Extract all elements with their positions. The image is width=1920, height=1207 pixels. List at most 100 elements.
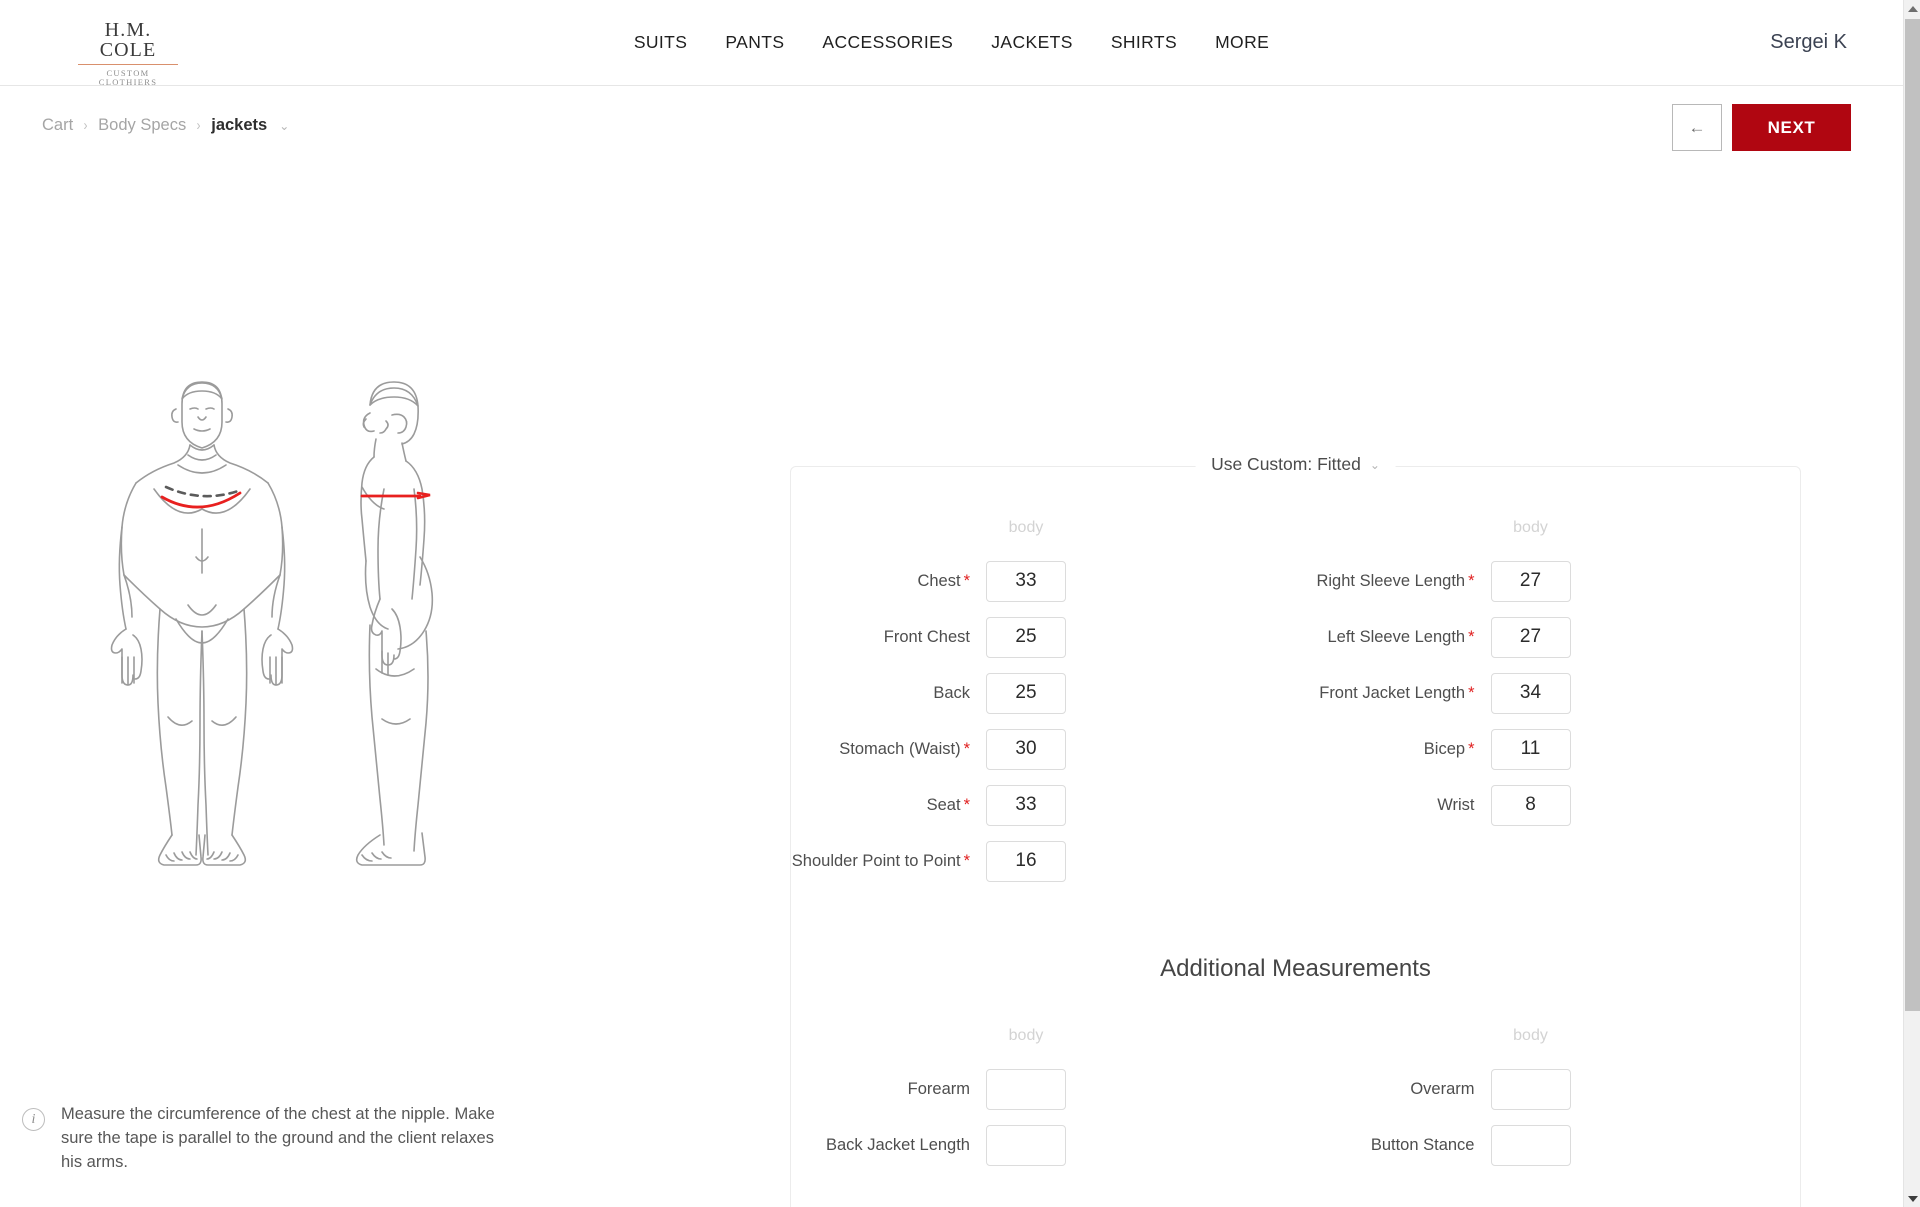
body-diagram-svg — [110, 381, 434, 866]
column-header-row: body — [1296, 1027, 1801, 1061]
field-overarm: Overarm — [1296, 1061, 1801, 1117]
primary-measurements: body Chest* Front Chest Back — [791, 519, 1800, 889]
field-wrist: Wrist — [1296, 777, 1801, 833]
required-marker: * — [963, 852, 970, 870]
field-forearm-label: Forearm — [907, 1080, 970, 1098]
field-forearm-input[interactable] — [986, 1068, 1066, 1110]
field-forearm: Forearm — [791, 1061, 1296, 1117]
additional-measurements-left-column: body Forearm Back Jacket Length — [791, 1027, 1296, 1173]
field-button-stance: Button Stance — [1296, 1117, 1801, 1173]
scroll-down-arrow-icon[interactable] — [1904, 1190, 1920, 1207]
page-content: i Measure the circumference of the chest… — [0, 174, 1903, 1207]
additional-measurements: body Forearm Back Jacket Length body Ove… — [791, 1027, 1800, 1173]
field-chest: Chest * — [791, 553, 1296, 609]
additional-measurements-title: Additional Measurements — [1160, 955, 1431, 982]
breadcrumb-separator-icon: › — [196, 117, 201, 134]
measurement-hint: i Measure the circumference of the chest… — [22, 1102, 502, 1174]
field-left-sleeve-length: Left Sleeve Length * — [1296, 609, 1801, 665]
field-back-jacket-length: Back Jacket Length — [791, 1117, 1296, 1173]
nav-item-accessories[interactable]: ACCESSORIES — [822, 32, 953, 53]
measurement-hint-text: Measure the circumference of the chest a… — [61, 1105, 495, 1171]
chest-measure-dashed — [164, 485, 240, 498]
next-button[interactable]: NEXT — [1732, 104, 1851, 151]
field-shoulder-point-to-point-input[interactable] — [986, 840, 1066, 882]
field-right-sleeve-length-label: Right Sleeve Length * — [1316, 572, 1475, 590]
field-wrist-label: Wrist — [1437, 796, 1475, 814]
field-seat-label: Seat * — [926, 796, 970, 814]
field-wrist-input[interactable] — [1490, 784, 1571, 826]
main-menu: SUITS PANTS ACCESSORIES JACKETS SHIRTS M… — [0, 32, 1903, 53]
column-header-body: body — [1008, 1027, 1044, 1044]
field-seat-input[interactable] — [986, 784, 1066, 826]
required-marker: * — [1468, 572, 1475, 590]
field-right-sleeve-length-input[interactable] — [1490, 560, 1571, 602]
additional-measurements-right-column: body Overarm Button Stance — [1296, 1027, 1801, 1173]
primary-measurements-left-column: body Chest* Front Chest Back — [791, 519, 1296, 889]
column-header-body: body — [1008, 519, 1044, 536]
column-header-row: body — [1296, 519, 1801, 553]
nav-item-jackets[interactable]: JACKETS — [991, 32, 1073, 53]
field-left-sleeve-length-label: Left Sleeve Length * — [1327, 628, 1475, 646]
column-header-row: body — [791, 519, 1296, 553]
field-back-input[interactable] — [986, 672, 1066, 714]
primary-measurements-right-column: body Right Sleeve Length* Left Sleeve Le… — [1296, 519, 1801, 889]
brand-logo[interactable]: H.M. COLE CUSTOM CLOTHIERS — [78, 20, 178, 86]
breadcrumb-item-body-specs[interactable]: Body Specs — [98, 116, 186, 135]
field-button-stance-label: Button Stance — [1370, 1136, 1475, 1154]
fit-preset-selector[interactable]: Use Custom: Fitted ⌄ — [1195, 454, 1396, 475]
chevron-down-icon[interactable]: ⌄ — [1370, 459, 1380, 471]
field-button-stance-input[interactable] — [1490, 1124, 1571, 1166]
field-seat: Seat * — [791, 777, 1296, 833]
column-header-row: body — [791, 1027, 1296, 1061]
field-back-jacket-length-input[interactable] — [986, 1124, 1066, 1166]
field-front-chest: Front Chest — [791, 609, 1296, 665]
top-navigation-bar: H.M. COLE CUSTOM CLOTHIERS SUITS PANTS A… — [0, 0, 1903, 86]
field-shoulder-point-to-point-label: Shoulder Point to Point * — [791, 852, 970, 870]
breadcrumb: Cart › Body Specs › jackets ⌄ — [42, 116, 289, 135]
field-back-jacket-length-label: Back Jacket Length — [825, 1136, 970, 1154]
field-stomach-waist-label: Stomach (Waist) * — [839, 740, 970, 758]
scrollbar-thumb[interactable] — [1905, 19, 1920, 1011]
nav-item-suits[interactable]: SUITS — [634, 32, 688, 53]
breadcrumb-item-jackets: jackets — [211, 116, 268, 134]
field-shoulder-point-to-point: Shoulder Point to Point * — [791, 833, 1296, 889]
breadcrumb-item-cart[interactable]: Cart — [42, 116, 73, 135]
breadcrumb-bar: Cart › Body Specs › jackets ⌄ ← NEXT — [0, 86, 1903, 174]
field-front-jacket-length: Front Jacket Length * — [1296, 665, 1801, 721]
chevron-down-icon[interactable]: ⌄ — [279, 120, 289, 132]
info-icon: i — [22, 1108, 45, 1131]
nav-item-pants[interactable]: PANTS — [725, 32, 784, 53]
field-overarm-input[interactable] — [1490, 1068, 1571, 1110]
back-button[interactable]: ← — [1672, 104, 1722, 151]
required-marker: * — [963, 740, 970, 758]
required-marker: * — [963, 796, 970, 814]
field-left-sleeve-length-input[interactable] — [1490, 616, 1571, 658]
field-right-sleeve-length: Right Sleeve Length * — [1296, 553, 1801, 609]
required-marker: * — [1468, 628, 1475, 646]
field-front-jacket-length-input[interactable] — [1490, 672, 1571, 714]
measurements-panel: Use Custom: Fitted ⌄ body Chest * 33 Fro… — [790, 454, 1801, 1207]
field-front-chest-input[interactable] — [986, 616, 1066, 658]
chest-measure-line-front — [160, 491, 242, 509]
column-header-body: body — [1513, 519, 1548, 536]
nav-item-shirts[interactable]: SHIRTS — [1111, 32, 1177, 53]
breadcrumb-separator-icon: › — [83, 117, 88, 134]
field-back-label: Back — [933, 684, 970, 702]
user-account-link[interactable]: Sergei K — [1770, 31, 1847, 54]
field-back: Back — [791, 665, 1296, 721]
field-bicep-label: Bicep * — [1423, 740, 1475, 758]
page-scrollbar[interactable] — [1903, 0, 1920, 1207]
field-front-jacket-length-label: Front Jacket Length * — [1319, 684, 1475, 702]
field-chest-input[interactable] — [986, 560, 1066, 602]
field-overarm-label: Overarm — [1410, 1080, 1475, 1098]
body-diagram — [70, 369, 500, 969]
nav-item-more[interactable]: MORE — [1215, 32, 1269, 53]
field-chest-label: Chest * — [917, 572, 970, 590]
page-actions: ← NEXT — [1672, 104, 1851, 151]
page-root: H.M. COLE CUSTOM CLOTHIERS SUITS PANTS A… — [0, 0, 1903, 1207]
field-bicep-input[interactable] — [1490, 728, 1571, 770]
field-stomach-waist-input[interactable] — [986, 728, 1066, 770]
required-marker: * — [1468, 684, 1475, 702]
scroll-up-arrow-icon[interactable] — [1904, 0, 1920, 17]
fit-preset-label: Use Custom: Fitted — [1211, 454, 1361, 474]
